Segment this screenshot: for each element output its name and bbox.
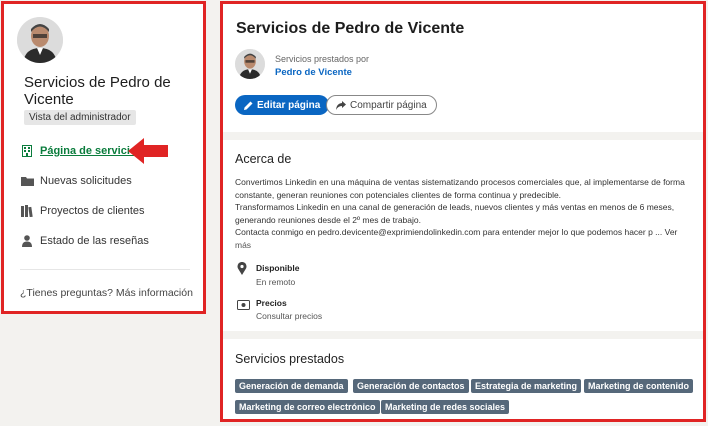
- folder-icon: [20, 174, 34, 188]
- service-tag: Marketing de redes sociales: [381, 400, 510, 414]
- page-owner-title: Servicios de Pedro de Vicente: [24, 74, 171, 108]
- share-page-button[interactable]: Compartir página: [326, 95, 437, 115]
- about-heading: Acerca de: [235, 152, 292, 166]
- see-more-link[interactable]: más: [235, 239, 690, 252]
- avatar[interactable]: [17, 17, 63, 63]
- share-button-label: Compartir página: [350, 99, 427, 111]
- nav-item-client-projects[interactable]: Proyectos de clientes: [20, 202, 145, 220]
- availability-value: En remoto: [256, 277, 296, 287]
- section-separator: [223, 331, 703, 339]
- about-line: Contacta conmigo en pedro.devicente@expr…: [235, 227, 678, 237]
- nav-item-label: Nuevas solicitudes: [40, 175, 132, 187]
- about-line: constante, generan reuniones con potenci…: [235, 189, 562, 200]
- service-page-panel: Servicios de Pedro de Vicente Servicios …: [220, 1, 706, 422]
- nav-item-label: Proyectos de clientes: [40, 205, 145, 217]
- admin-view-badge: Vista del administrador: [24, 110, 136, 125]
- about-line: Transformamos Linkedin en una canal de g…: [235, 202, 675, 212]
- section-separator: [223, 132, 703, 140]
- edit-button-label: Editar página: [257, 99, 321, 111]
- nav-item-new-requests[interactable]: Nuevas solicitudes: [20, 172, 132, 190]
- about-description: Convertimos Linkedin en una máquina de v…: [235, 176, 690, 251]
- nav-item-services-page[interactable]: Página de servicios: [20, 142, 143, 160]
- service-tag: Generación de contactos: [353, 379, 469, 393]
- service-tag: Marketing de correo electrónico: [235, 400, 380, 414]
- building-icon: [20, 144, 34, 158]
- edit-page-button[interactable]: Editar página: [235, 95, 330, 115]
- divider: [20, 269, 190, 270]
- location-pin-icon: [237, 261, 247, 280]
- service-tag: Generación de demanda: [235, 379, 348, 393]
- pricing-title: Precios: [256, 298, 287, 308]
- services-heading: Servicios prestados: [235, 352, 345, 366]
- owner-name-link[interactable]: Pedro de Vicente: [275, 67, 352, 78]
- pencil-icon: [244, 101, 253, 110]
- owner-avatar[interactable]: [235, 49, 265, 79]
- about-line: Convertimos Linkedin en una máquina de v…: [235, 177, 685, 187]
- sidebar-panel: Servicios de Pedro de Vicente Vista del …: [1, 1, 206, 314]
- nav-item-label: Estado de las reseñas: [40, 235, 149, 247]
- service-tag: Marketing de contenido: [584, 379, 694, 393]
- pricing-value: Consultar precios: [256, 311, 323, 321]
- help-link[interactable]: ¿Tienes preguntas? Más información: [20, 287, 193, 299]
- share-arrow-icon: [336, 100, 346, 110]
- about-line: generando reuniones desde el 2º mes de t…: [235, 214, 421, 225]
- service-tag: Estrategia de marketing: [471, 379, 582, 393]
- provided-by-label: Servicios prestados por: [275, 54, 370, 64]
- books-icon: [20, 204, 34, 218]
- person-icon: [20, 234, 34, 248]
- availability-title: Disponible: [256, 263, 300, 273]
- red-arrow-annotation: [128, 137, 168, 170]
- nav-item-review-status[interactable]: Estado de las reseñas: [20, 232, 149, 250]
- money-icon: [237, 297, 250, 315]
- page-title: Servicios de Pedro de Vicente: [236, 20, 465, 37]
